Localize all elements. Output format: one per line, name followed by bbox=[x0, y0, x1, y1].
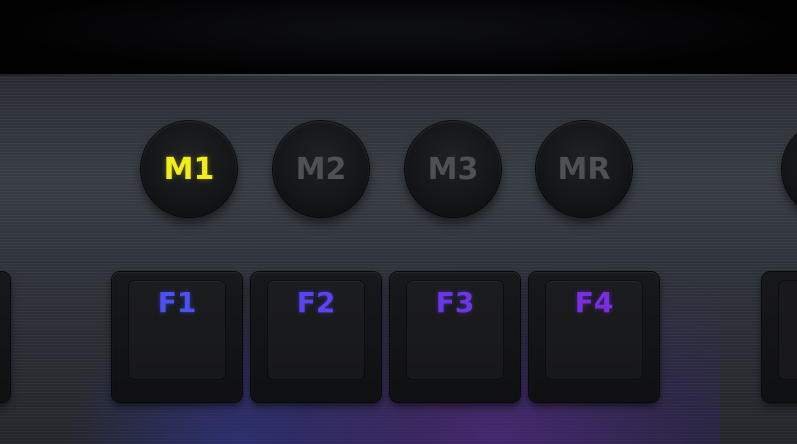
macro-key-label: MR bbox=[557, 151, 611, 187]
macro-key-m3[interactable]: M3 bbox=[405, 121, 501, 217]
keycap-f4[interactable]: F4 bbox=[529, 272, 659, 402]
keycap-legend: F2 bbox=[296, 286, 336, 319]
background-dark bbox=[0, 0, 797, 74]
plate-edge bbox=[0, 74, 797, 76]
keycap-f1[interactable]: F1 bbox=[112, 272, 242, 402]
macro-key-mr[interactable]: MR bbox=[536, 121, 632, 217]
keycap-legend: F4 bbox=[574, 286, 614, 319]
keycap-legend: F3 bbox=[435, 286, 475, 319]
keyboard-scene: M1 M2 M3 MR F1 F2 F3 F4 bbox=[0, 0, 797, 444]
keycap-f2[interactable]: F2 bbox=[251, 272, 381, 402]
keycap-legend: F1 bbox=[157, 286, 197, 319]
keycap-top bbox=[779, 281, 797, 379]
macro-key-label: M2 bbox=[295, 151, 347, 187]
keycap-f5-partial[interactable] bbox=[762, 272, 797, 402]
macro-key-label: M1 bbox=[163, 151, 215, 187]
keycap-f3[interactable]: F3 bbox=[390, 272, 520, 402]
macro-key-m2[interactable]: M2 bbox=[273, 121, 369, 217]
keycap-esc-partial[interactable] bbox=[0, 272, 10, 402]
macro-key-m1[interactable]: M1 bbox=[141, 121, 237, 217]
macro-key-label: M3 bbox=[427, 151, 479, 187]
